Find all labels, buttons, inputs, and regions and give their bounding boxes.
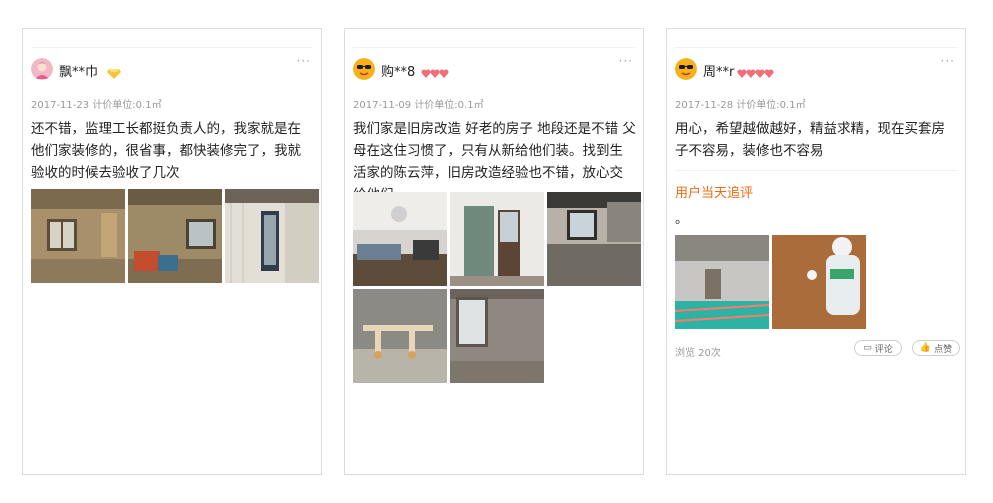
more-options-icon[interactable]: ···: [297, 54, 311, 68]
review-photo[interactable]: [450, 192, 544, 286]
post-date: 2017-11-28: [675, 100, 734, 111]
post-meta: 2017-11-09 计价单位:0.1㎡: [353, 96, 484, 111]
hearts-badge-icon: [421, 64, 449, 78]
username[interactable]: 购**8: [381, 61, 415, 80]
username[interactable]: 周**r: [703, 61, 734, 80]
post-meta: 2017-11-23 计价单位:0.1㎡: [31, 96, 162, 111]
post-date: 2017-11-09: [353, 100, 412, 111]
review-card: 购**8 ··· 2017-11-09 计价单位:0.1㎡ 我们家是旧房改造 好…: [344, 28, 644, 475]
review-photo[interactable]: [772, 235, 866, 329]
review-photo[interactable]: [31, 189, 125, 283]
hearts-badge-icon: [737, 64, 779, 78]
post-date: 2017-11-23: [31, 100, 90, 111]
card-header: 周**r ···: [675, 54, 957, 86]
review-photo[interactable]: [353, 192, 447, 286]
review-photo[interactable]: [225, 189, 319, 283]
price-unit: 计价单位:0.1㎡: [736, 100, 806, 111]
view-count: 浏览 20次: [675, 348, 721, 359]
review-text: 用心，希望越做越好，精益求精，现在买套房子不容易，装修也不容易: [675, 121, 945, 159]
card-header: 购**8 ···: [353, 54, 635, 86]
follow-up-review-title: 用户当天追评: [675, 186, 754, 201]
avatar[interactable]: [675, 58, 697, 80]
review-photo[interactable]: [353, 289, 447, 383]
avatar[interactable]: [353, 58, 375, 80]
post-meta: 2017-11-28 计价单位:0.1㎡: [675, 96, 806, 111]
like-label: 点赞: [934, 344, 953, 355]
review-text: 还不错，监理工长都挺负责人的，我家就是在他们家装修的，很省事，都快装修完了，我就…: [31, 121, 301, 181]
comment-icon: ▭: [863, 343, 872, 353]
divider: [675, 170, 958, 171]
follow-up-review-text: 。: [675, 212, 689, 227]
more-options-icon[interactable]: ···: [941, 54, 955, 68]
review-photo[interactable]: [450, 289, 544, 383]
review-card: 周**r ··· 2017-11-28 计价单位:0.1㎡ 用心，希望越做越好，…: [666, 28, 966, 475]
price-unit: 计价单位:0.1㎡: [92, 100, 162, 111]
card-body: 飘**巾 ··· 2017-11-23 计价单位:0.1㎡ 还不错，监理工长都挺…: [31, 47, 319, 466]
review-photo[interactable]: [128, 189, 222, 283]
review-photo[interactable]: [675, 235, 769, 329]
review-photo[interactable]: [547, 192, 641, 286]
more-options-icon[interactable]: ···: [619, 54, 633, 68]
avatar[interactable]: [31, 58, 53, 80]
like-button[interactable]: 👍 点赞: [912, 340, 960, 356]
card-header: 飘**巾 ···: [31, 54, 313, 86]
review-card: 飘**巾 ··· 2017-11-23 计价单位:0.1㎡ 还不错，监理工长都挺…: [22, 28, 322, 475]
card-body: 周**r ··· 2017-11-28 计价单位:0.1㎡ 用心，希望越做越好，…: [675, 47, 960, 466]
price-unit: 计价单位:0.1㎡: [414, 100, 484, 111]
card-body: 购**8 ··· 2017-11-09 计价单位:0.1㎡ 我们家是旧房改造 好…: [353, 47, 641, 466]
comment-label: 评论: [874, 344, 893, 355]
diamond-badge-icon: [107, 64, 121, 79]
thumbs-up-icon: 👍: [919, 343, 932, 353]
username[interactable]: 飘**巾: [59, 61, 98, 80]
comment-button[interactable]: ▭ 评论: [854, 340, 902, 356]
